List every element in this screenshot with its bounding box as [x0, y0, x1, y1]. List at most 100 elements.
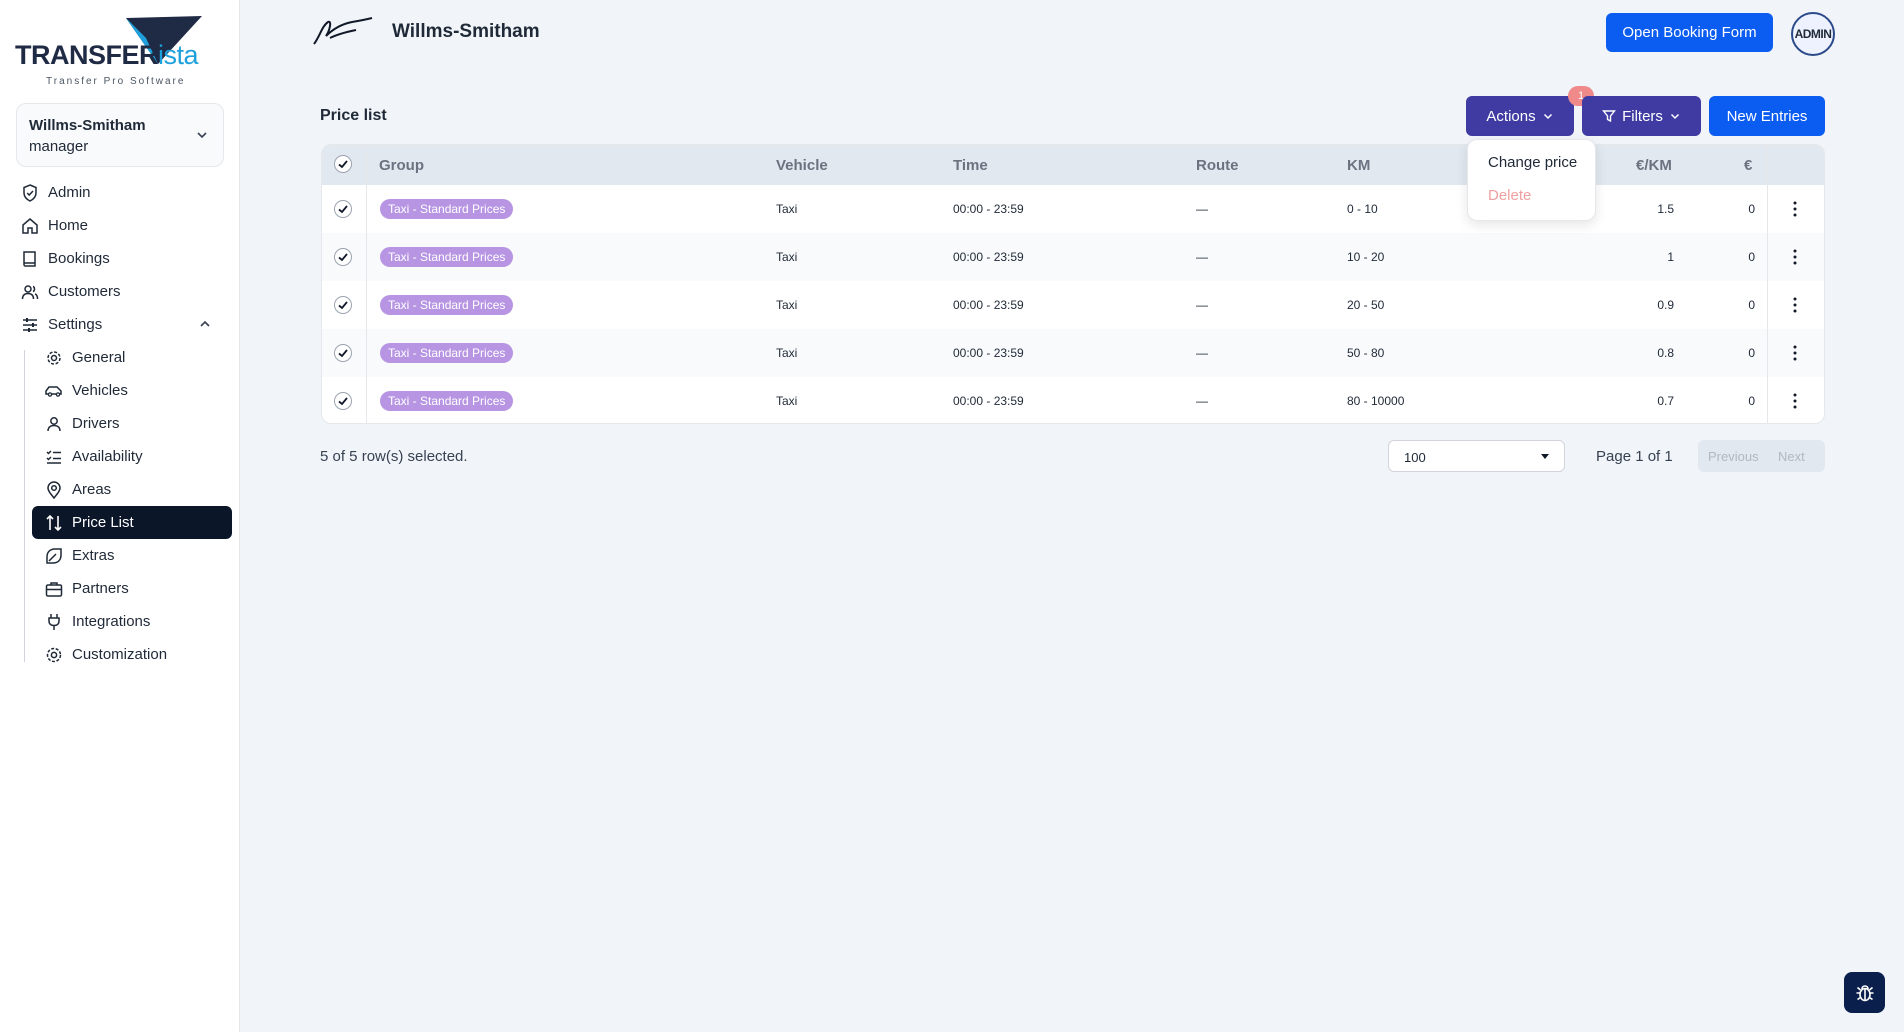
row-checkbox[interactable] [334, 344, 352, 362]
fixed-price-cell: 0 [1748, 346, 1755, 360]
table-row[interactable]: Taxi - Standard Prices Taxi 00:00 - 23:5… [322, 281, 1824, 329]
row-checkbox[interactable] [334, 248, 352, 266]
page-size-select[interactable]: 100 [1388, 440, 1565, 472]
sidebar-item-label: Availability [72, 448, 143, 465]
fixed-price-cell: 0 [1748, 250, 1755, 264]
plug-icon [48, 613, 60, 630]
sidebar-item-drivers[interactable]: Drivers [32, 407, 232, 440]
sidebar-item-availability[interactable]: Availability [32, 440, 232, 473]
chevron-up-icon [200, 320, 210, 327]
sidebar: TRANSFERista Transfer Pro Software Willm… [0, 0, 240, 1032]
row-menu-icon[interactable] [1792, 391, 1798, 411]
column-header-route[interactable]: Route [1196, 157, 1239, 174]
page-title: Price list [320, 107, 387, 124]
sidebar-item-label: Customers [48, 283, 121, 300]
km-cell: 10 - 20 [1347, 250, 1385, 264]
sidebar-item-vehicles[interactable]: Vehicles [32, 374, 232, 407]
group-tag: Taxi - Standard Prices [380, 343, 514, 363]
column-header-time[interactable]: Time [953, 157, 988, 174]
column-header-km[interactable]: KM [1347, 157, 1370, 174]
row-menu-icon[interactable] [1792, 247, 1798, 267]
filter-icon [1602, 110, 1617, 123]
route-cell: — [1196, 202, 1208, 216]
sidebar-item-admin[interactable]: Admin [20, 176, 228, 209]
company-signature-logo [313, 17, 373, 45]
group-tag: Taxi - Standard Prices [380, 247, 514, 267]
next-page-button[interactable]: Next [1778, 440, 1805, 472]
row-menu-icon[interactable] [1792, 199, 1798, 219]
check-icon [338, 253, 348, 262]
route-cell: — [1196, 394, 1208, 408]
price-per-km-cell: 1.5 [1657, 202, 1674, 216]
price-per-km-cell: 0.8 [1657, 346, 1674, 360]
column-divider [1767, 145, 1768, 423]
table-row[interactable]: Taxi - Standard Prices Taxi 00:00 - 23:5… [322, 233, 1824, 281]
logo-wordmark: TRANSFERista [15, 40, 199, 70]
sidebar-item-label: Integrations [72, 613, 151, 630]
actions-button[interactable]: Actions [1466, 96, 1574, 136]
submenu-guide-line [24, 350, 25, 662]
sidebar-item-label: Settings [48, 316, 103, 333]
fixed-price-cell: 0 [1748, 202, 1755, 216]
change-price-menu-item[interactable]: Change price [1488, 154, 1577, 171]
sidebar-item-settings[interactable]: Settings [20, 308, 228, 341]
sidebar-item-bookings[interactable]: Bookings [20, 242, 228, 275]
sidebar-item-areas[interactable]: Areas [32, 473, 232, 506]
vehicle-cell: Taxi [776, 250, 798, 264]
filters-label: Filters [1622, 107, 1663, 125]
sidebar-item-home[interactable]: Home [20, 209, 228, 242]
account-role: manager [29, 138, 89, 155]
car-icon [45, 385, 62, 397]
sidebar-item-price-list[interactable]: Price List [32, 506, 232, 539]
check-icon [338, 349, 348, 358]
home-icon [22, 217, 38, 234]
km-cell: 80 - 10000 [1347, 394, 1405, 408]
chevron-down-icon [1670, 113, 1679, 120]
vehicle-cell: Taxi [776, 298, 798, 312]
row-menu-icon[interactable] [1792, 343, 1798, 363]
new-entries-button[interactable]: New Entries [1709, 96, 1825, 136]
list-check-icon [46, 449, 61, 464]
account-switcher[interactable]: Willms-Smitham manager [16, 103, 224, 167]
bug-report-button[interactable] [1844, 972, 1885, 1013]
table-row[interactable]: Taxi - Standard Prices Taxi 00:00 - 23:5… [322, 185, 1824, 233]
company-name: Willms-Smitham [392, 21, 540, 42]
sidebar-item-extras[interactable]: Extras [32, 539, 232, 572]
table-row[interactable]: Taxi - Standard Prices Taxi 00:00 - 23:5… [322, 377, 1824, 423]
time-cell: 00:00 - 23:59 [953, 346, 1024, 360]
book-icon [23, 250, 36, 267]
chevron-down-icon [197, 132, 207, 139]
filters-button[interactable]: Filters [1582, 96, 1701, 136]
column-header-fixed-price[interactable]: € [1744, 157, 1752, 174]
sidebar-item-partners[interactable]: Partners [32, 572, 232, 605]
sidebar-item-general[interactable]: General [32, 341, 232, 374]
sidebar-item-label: Drivers [72, 415, 120, 432]
cog-icon [47, 350, 61, 365]
select-all-checkbox[interactable] [334, 155, 352, 173]
avatar[interactable]: ADMIN [1791, 12, 1835, 56]
row-checkbox[interactable] [334, 200, 352, 218]
previous-page-button[interactable]: Previous [1708, 440, 1759, 472]
column-header-price-per-km[interactable]: €/KM [1636, 157, 1672, 174]
table-header: Group Vehicle Time Route KM €/KM € [322, 145, 1824, 185]
users-icon [21, 284, 39, 299]
km-cell: 20 - 50 [1347, 298, 1385, 312]
route-cell: — [1196, 250, 1208, 264]
sidebar-item-customization[interactable]: Customization [32, 638, 232, 671]
map-pin-icon [47, 480, 61, 499]
bug-icon [1856, 984, 1873, 1001]
transfervista-logo[interactable]: TRANSFERista Transfer Pro Software [14, 14, 226, 90]
sidebar-item-integrations[interactable]: Integrations [32, 605, 232, 638]
column-header-group[interactable]: Group [379, 157, 424, 174]
column-header-vehicle[interactable]: Vehicle [776, 157, 828, 174]
delete-menu-item[interactable]: Delete [1488, 187, 1531, 204]
open-booking-form-button[interactable]: Open Booking Form [1606, 13, 1773, 52]
sliders-icon [23, 317, 37, 332]
sidebar-item-label: Extras [72, 547, 115, 564]
row-checkbox[interactable] [334, 392, 352, 410]
row-checkbox[interactable] [334, 296, 352, 314]
row-menu-icon[interactable] [1792, 295, 1798, 315]
caret-down-icon [1541, 454, 1549, 459]
table-row[interactable]: Taxi - Standard Prices Taxi 00:00 - 23:5… [322, 329, 1824, 377]
sidebar-item-customers[interactable]: Customers [20, 275, 228, 308]
